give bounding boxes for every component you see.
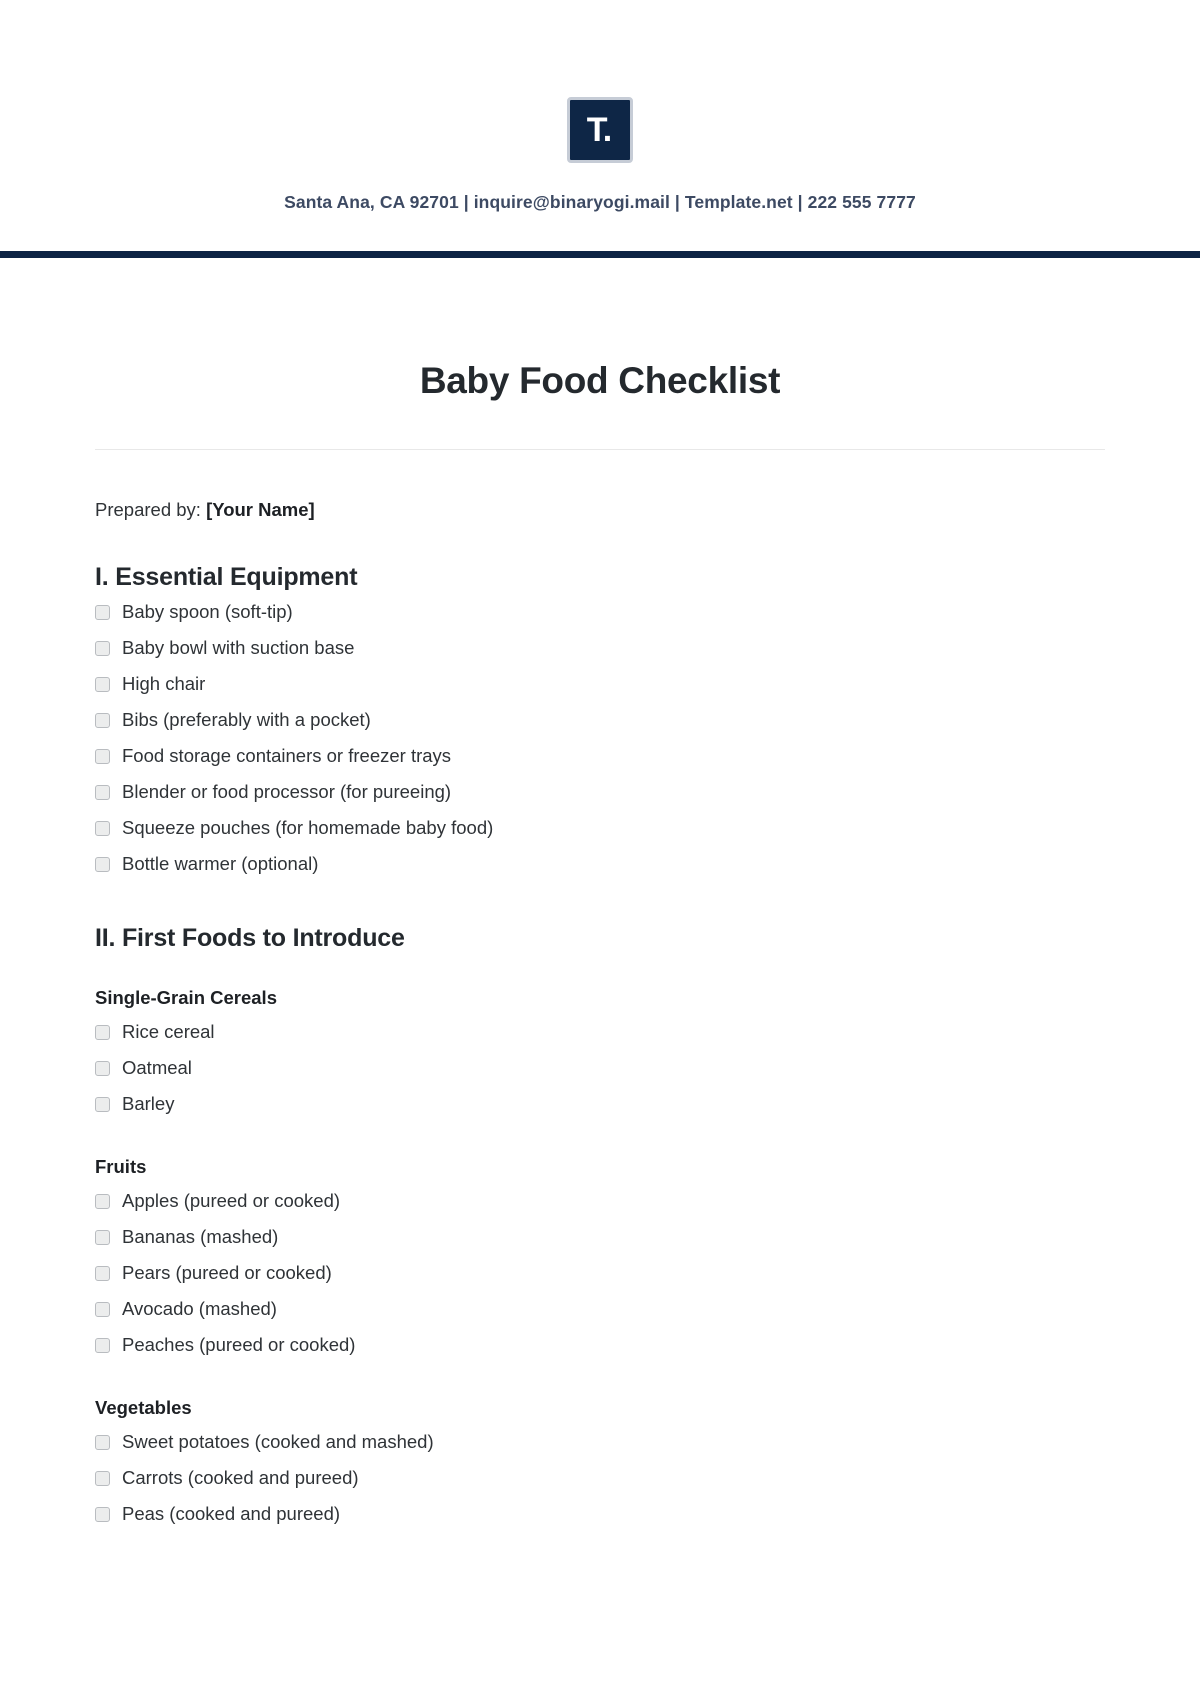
list-item[interactable]: Barley — [95, 1086, 1105, 1122]
subsection-heading: Vegetables — [95, 1397, 192, 1418]
list-item-label: Peaches (pureed or cooked) — [122, 1334, 356, 1355]
section-heading: II. First Foods to Introduce — [95, 924, 405, 952]
list-item[interactable]: Squeeze pouches (for homemade baby food) — [95, 810, 1105, 846]
title-divider — [95, 449, 1105, 450]
page-title: Baby Food Checklist — [419, 360, 781, 401]
list-item[interactable]: Rice cereal — [95, 1014, 1105, 1050]
list-item[interactable]: Baby bowl with suction base — [95, 630, 1105, 666]
checkbox-icon[interactable] — [95, 1507, 110, 1522]
list-item[interactable]: Pears (pureed or cooked) — [95, 1255, 1105, 1291]
list-item[interactable]: Apples (pureed or cooked) — [95, 1183, 1105, 1219]
checkbox-icon[interactable] — [95, 1025, 110, 1040]
checkbox-icon[interactable] — [95, 749, 110, 764]
list-item-label: Bananas (mashed) — [122, 1226, 279, 1247]
list-item-label: Baby bowl with suction base — [122, 637, 355, 658]
checkbox-icon[interactable] — [95, 1097, 110, 1112]
contact-info-line: Santa Ana, CA 92701 | inquire@binaryogi.… — [284, 192, 916, 212]
list-item-label: Sweet potatoes (cooked and mashed) — [122, 1431, 434, 1452]
subsection-heading: Fruits — [95, 1156, 147, 1177]
letterhead: T. Santa Ana, CA 92701 | inquire@binaryo… — [0, 0, 1200, 213]
list-item[interactable]: Bottle warmer (optional) — [95, 846, 1105, 882]
document-page: T. Santa Ana, CA 92701 | inquire@binaryo… — [0, 0, 1200, 1701]
checkbox-icon[interactable] — [95, 1230, 110, 1245]
prepared-by-line: Prepared by: [Your Name] — [95, 499, 1105, 521]
checkbox-icon[interactable] — [95, 1194, 110, 1209]
list-item-label: Bottle warmer (optional) — [122, 853, 319, 874]
list-item-label: Carrots (cooked and pureed) — [122, 1467, 359, 1488]
document-body: Prepared by: [Your Name] I. Essential Eq… — [0, 499, 1200, 1532]
checkbox-icon[interactable] — [95, 785, 110, 800]
list-item-label: Pears (pureed or cooked) — [122, 1262, 332, 1283]
list-item[interactable]: Carrots (cooked and pureed) — [95, 1460, 1105, 1496]
subsection-heading: Single-Grain Cereals — [95, 987, 277, 1008]
list-item[interactable]: Avocado (mashed) — [95, 1291, 1105, 1327]
prepared-by-label: Prepared by: — [95, 499, 201, 520]
checkbox-icon[interactable] — [95, 1338, 110, 1353]
list-item-label: Apples (pureed or cooked) — [122, 1190, 341, 1211]
list-item-label: Avocado (mashed) — [122, 1298, 277, 1319]
list-item[interactable]: Peas (cooked and pureed) — [95, 1496, 1105, 1532]
checkbox-icon[interactable] — [95, 677, 110, 692]
list-item-label: High chair — [122, 673, 206, 694]
list-item[interactable]: High chair — [95, 666, 1105, 702]
list-item[interactable]: Bibs (preferably with a pocket) — [95, 702, 1105, 738]
header-divider-bar — [0, 251, 1200, 258]
checkbox-icon[interactable] — [95, 1435, 110, 1450]
logo-letter: T. — [586, 111, 612, 149]
checklist-vegetables: Sweet potatoes (cooked and mashed) Carro… — [95, 1424, 1105, 1532]
checklist-single-grain-cereals: Rice cereal Oatmeal Barley — [95, 1014, 1105, 1122]
list-item-label: Blender or food processor (for pureeing) — [122, 781, 452, 802]
template-net-logo-icon: T. — [567, 97, 633, 163]
list-item[interactable]: Blender or food processor (for pureeing) — [95, 774, 1105, 810]
section-essential-equipment: I. Essential Equipment Baby spoon (soft-… — [95, 563, 1105, 882]
list-item[interactable]: Bananas (mashed) — [95, 1219, 1105, 1255]
list-item[interactable]: Peaches (pureed or cooked) — [95, 1327, 1105, 1363]
checkbox-icon[interactable] — [95, 713, 110, 728]
list-item[interactable]: Baby spoon (soft-tip) — [95, 594, 1105, 630]
checkbox-icon[interactable] — [95, 641, 110, 656]
checkbox-icon[interactable] — [95, 1061, 110, 1076]
list-item-label: Bibs (preferably with a pocket) — [122, 709, 371, 730]
list-item[interactable]: Oatmeal — [95, 1050, 1105, 1086]
list-item-label: Rice cereal — [122, 1021, 215, 1042]
list-item-label: Barley — [122, 1093, 175, 1114]
section-heading: I. Essential Equipment — [95, 563, 358, 591]
checklist-essential-equipment: Baby spoon (soft-tip) Baby bowl with suc… — [95, 594, 1105, 882]
checkbox-icon[interactable] — [95, 857, 110, 872]
checkbox-icon[interactable] — [95, 1471, 110, 1486]
list-item-label: Oatmeal — [122, 1057, 192, 1078]
checkbox-icon[interactable] — [95, 1302, 110, 1317]
list-item[interactable]: Sweet potatoes (cooked and mashed) — [95, 1424, 1105, 1460]
checkbox-icon[interactable] — [95, 605, 110, 620]
list-item-label: Squeeze pouches (for homemade baby food) — [122, 817, 494, 838]
list-item-label: Peas (cooked and pureed) — [122, 1503, 341, 1524]
list-item[interactable]: Food storage containers or freezer trays — [95, 738, 1105, 774]
checklist-fruits: Apples (pureed or cooked) Bananas (mashe… — [95, 1183, 1105, 1363]
section-first-foods: II. First Foods to Introduce Single-Grai… — [95, 924, 1105, 1532]
checkbox-icon[interactable] — [95, 1266, 110, 1281]
list-item-label: Baby spoon (soft-tip) — [122, 601, 293, 622]
prepared-by-value[interactable]: [Your Name] — [206, 499, 315, 520]
list-item-label: Food storage containers or freezer trays — [122, 745, 452, 766]
checkbox-icon[interactable] — [95, 821, 110, 836]
